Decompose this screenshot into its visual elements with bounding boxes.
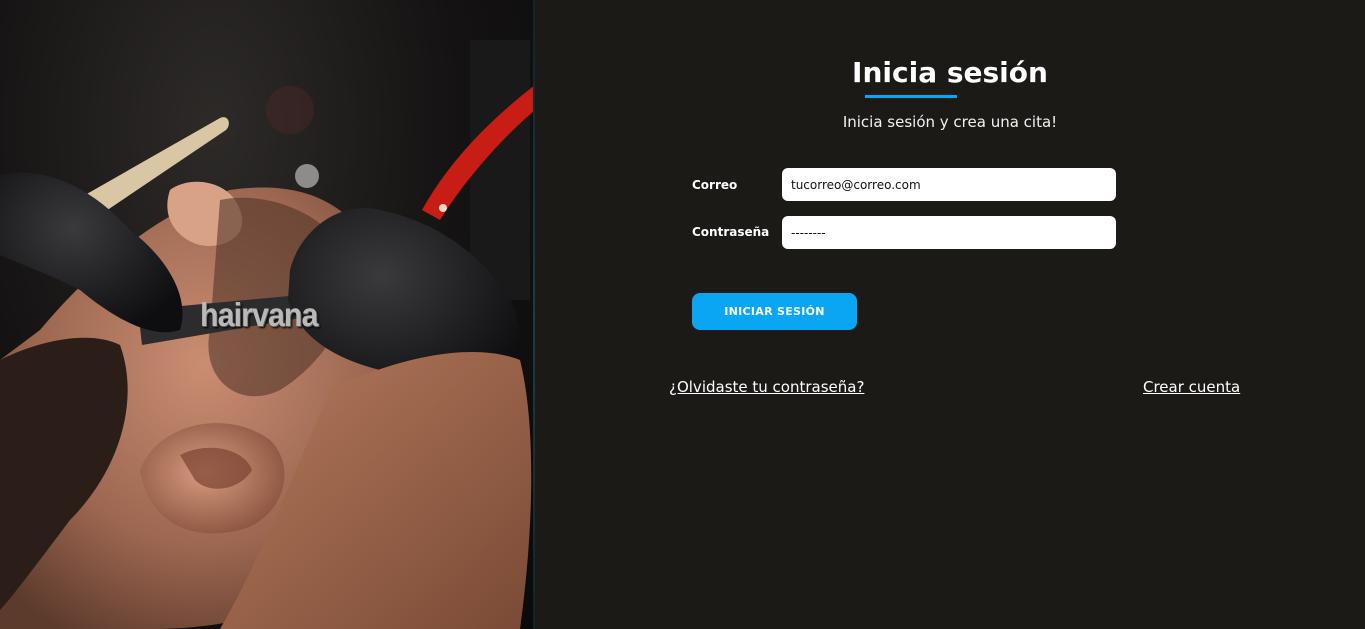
create-account-link[interactable]: Crear cuenta bbox=[1143, 378, 1240, 396]
login-panel: Inicia sesión Inicia sesión y crea una c… bbox=[535, 0, 1365, 629]
email-field[interactable] bbox=[782, 168, 1116, 201]
login-button[interactable]: INICIAR SESIÓN bbox=[692, 293, 857, 330]
page-title: Inicia sesión bbox=[852, 56, 1048, 89]
forgot-password-link[interactable]: ¿Olvidaste tu contraseña? bbox=[669, 378, 864, 396]
email-label: Correo bbox=[692, 178, 738, 192]
title-underline bbox=[865, 95, 957, 98]
hairvana-logo: hairvana bbox=[200, 296, 318, 333]
page-subtitle: Inicia sesión y crea una cita! bbox=[842, 113, 1058, 131]
barber-photo: hairvana bbox=[0, 0, 535, 629]
login-page: hairvana Inicia sesión Inicia sesión y c… bbox=[0, 0, 1365, 629]
password-label: Contraseña bbox=[692, 225, 770, 239]
password-field[interactable] bbox=[782, 216, 1116, 249]
